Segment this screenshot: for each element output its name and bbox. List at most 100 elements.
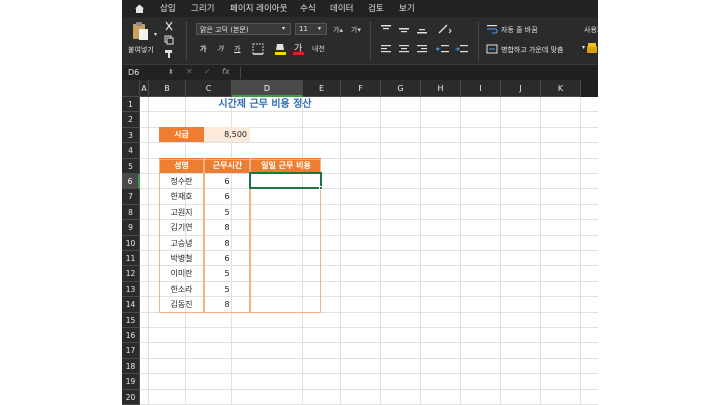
row-header-17[interactable]: 17 (122, 343, 140, 359)
ribbon-separator (186, 21, 187, 61)
tab-data[interactable]: 데이터 (330, 2, 353, 14)
align-center-icon[interactable] (398, 44, 410, 54)
font-color-icon[interactable]: 가 (292, 42, 305, 56)
format-painter-icon[interactable] (164, 49, 174, 59)
decrease-font-size-icon[interactable]: 가▾ (351, 25, 361, 35)
column-header-c[interactable]: C (186, 80, 232, 97)
gridline (140, 342, 598, 344)
copy-icon[interactable] (164, 35, 174, 45)
gridline (140, 357, 598, 359)
row-header-4[interactable]: 4 (122, 143, 140, 159)
gridline (420, 97, 421, 405)
insert-function-icon[interactable]: fx (222, 67, 230, 76)
column-header-d[interactable]: D (232, 80, 303, 97)
underline-icon[interactable]: 가 (234, 44, 240, 54)
rate-value-cell[interactable]: 8,500 (204, 127, 247, 142)
gridline (340, 97, 341, 405)
gridline (460, 97, 461, 405)
font-size-value: 11 (299, 25, 308, 33)
name-box[interactable]: D6 (124, 67, 160, 79)
row-header-15[interactable]: 15 (122, 312, 140, 328)
sheet-title[interactable]: 시간제 근무 비용 정산 (181, 97, 349, 112)
gridline (148, 97, 149, 405)
row-header-5[interactable]: 5 (122, 158, 140, 174)
currency-icon[interactable] (586, 41, 598, 55)
row-header-10[interactable]: 10 (122, 235, 140, 251)
active-cell-d6[interactable] (249, 172, 322, 189)
increase-indent-icon[interactable] (455, 44, 469, 54)
cut-icon[interactable] (164, 21, 174, 31)
column-header-h[interactable]: H (421, 80, 461, 97)
column-header-i[interactable]: I (461, 80, 501, 97)
row-header-1[interactable]: 1 (122, 97, 140, 113)
merge-center-button[interactable]: 병합하고 가운데 맞춤 (501, 45, 563, 55)
align-right-icon[interactable] (416, 44, 428, 54)
column-header-f[interactable]: F (341, 80, 381, 97)
wrap-text-button[interactable]: 자동 줄 바꿈 (501, 25, 538, 35)
tab-page-layout[interactable]: 페이지 레이아웃 (230, 2, 287, 14)
align-left-icon[interactable] (380, 44, 392, 54)
row-header-11[interactable]: 11 (122, 251, 140, 267)
row-header-7[interactable]: 7 (122, 189, 140, 205)
row-header-18[interactable]: 18 (122, 358, 140, 375)
gridline (540, 97, 541, 405)
merge-center-icon[interactable] (486, 44, 498, 54)
tab-draw[interactable]: 그리기 (191, 2, 214, 14)
ribbon-separator (370, 21, 371, 61)
column-header-k[interactable]: K (541, 80, 581, 97)
row-header-8[interactable]: 8 (122, 204, 140, 221)
row-header-9[interactable]: 9 (122, 220, 140, 236)
select-all-button[interactable] (122, 80, 140, 97)
align-bottom-icon[interactable] (416, 24, 428, 34)
gridline (140, 388, 598, 390)
tab-insert[interactable]: 삽입 (160, 2, 176, 14)
paste-icon[interactable] (130, 21, 150, 41)
font-name-select[interactable]: 맑은 고딕 (본문) ▾ (196, 23, 291, 35)
paste-dropdown-icon[interactable]: ▾ (154, 31, 157, 38)
phonetic-icon[interactable]: 내천 (312, 44, 325, 54)
enter-icon[interactable]: ✓ (204, 67, 211, 76)
row-header-3[interactable]: 3 (122, 127, 140, 144)
tab-formulas[interactable]: 수식 (300, 2, 316, 14)
spreadsheet-window: 삽입 그리기 페이지 레이아웃 수식 데이터 검토 보기 붙여넣기 ▾ 맑은 고… (122, 0, 598, 405)
font-size-select[interactable]: 11 ▾ (295, 23, 327, 35)
merge-dropdown-icon[interactable]: ▾ (582, 44, 585, 51)
column-header-g[interactable]: G (381, 80, 421, 97)
column-header-j[interactable]: J (501, 80, 541, 97)
row-header-12[interactable]: 12 (122, 266, 140, 282)
align-middle-icon[interactable] (398, 24, 410, 34)
row-header-16[interactable]: 16 (122, 328, 140, 344)
row-header-2[interactable]: 2 (122, 112, 140, 128)
worksheet-grid: ABCDEFGHIJK 1 2 3 4 5 6 7 8 9 10 11 12 13 14 15 16 17 18 1… (122, 80, 598, 405)
chevron-down-icon: ▾ (318, 25, 322, 32)
tab-view[interactable]: 보기 (399, 2, 415, 14)
increase-font-size-icon[interactable]: 가▴ (333, 25, 343, 35)
decrease-indent-icon[interactable] (436, 44, 450, 54)
row-header-13[interactable]: 13 (122, 281, 140, 298)
row-header-19[interactable]: 19 (122, 374, 140, 390)
column-header-b[interactable]: B (149, 80, 186, 97)
name-box-dropdown-icon[interactable]: ⬍ (168, 68, 174, 76)
column-header-a[interactable]: A (140, 80, 149, 97)
border-icon[interactable] (252, 43, 264, 55)
align-top-icon[interactable] (380, 24, 392, 34)
wrap-text-icon[interactable] (486, 24, 498, 34)
row-header-6[interactable]: 6 (122, 174, 140, 190)
gridline (140, 327, 598, 328)
column-header-e[interactable]: E (303, 80, 341, 97)
row-header-14[interactable]: 14 (122, 297, 140, 313)
home-tab-icon[interactable] (134, 3, 145, 14)
row-header-20[interactable]: 20 (122, 389, 140, 405)
formula-input[interactable] (240, 67, 596, 79)
cell-area[interactable]: 시간제 근무 비용 정산 시급 8,500 성명 근무시간 일일 근무 비용 정… (140, 97, 598, 405)
tab-review[interactable]: 검토 (368, 2, 384, 14)
text-orientation-icon[interactable] (437, 23, 453, 35)
cancel-icon[interactable]: ✕ (186, 67, 193, 76)
bold-icon[interactable]: 가 (200, 44, 206, 54)
fill-color-icon[interactable] (274, 42, 287, 56)
fill-handle[interactable] (319, 186, 323, 190)
italic-icon[interactable]: 가 (217, 44, 223, 54)
table-border (159, 158, 204, 313)
rate-label-cell[interactable]: 시급 (159, 127, 204, 142)
number-format-select[interactable]: 사용자 (584, 25, 598, 35)
